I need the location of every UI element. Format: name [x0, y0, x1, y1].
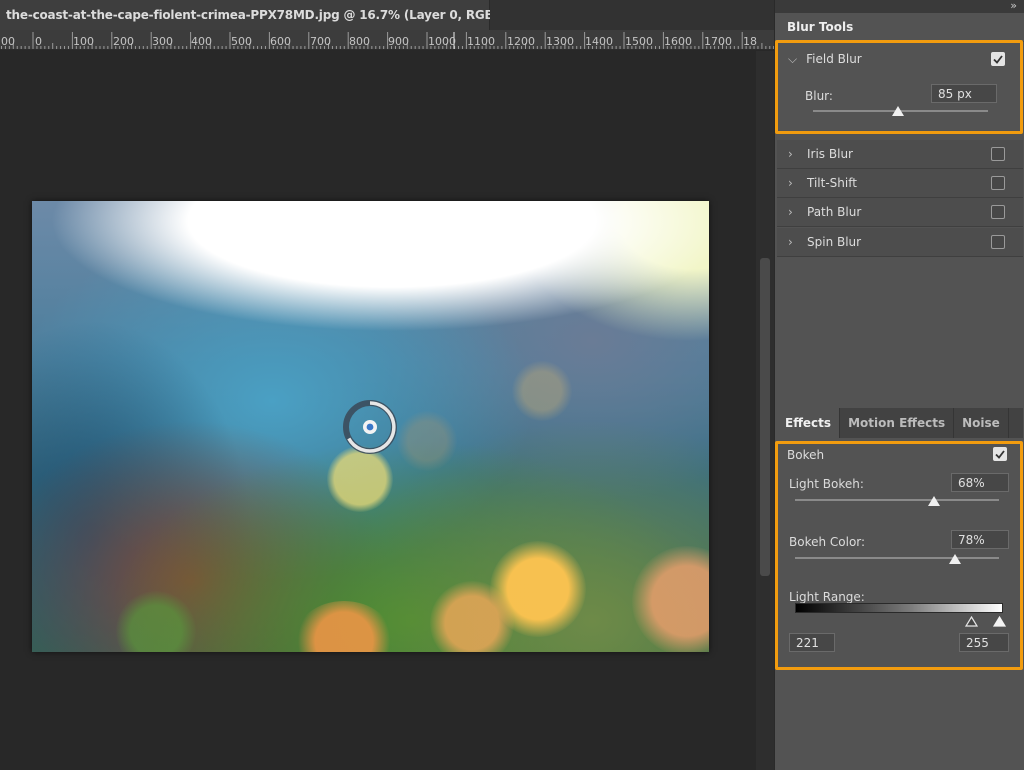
light-range-label: Light Range:: [789, 590, 865, 604]
chevron-right-icon[interactable]: ›: [788, 176, 800, 190]
ruler-label: 00: [1, 35, 15, 48]
light-range-low-handle[interactable]: [965, 616, 978, 627]
bokeh-checkbox[interactable]: [993, 447, 1007, 461]
chevron-right-icon[interactable]: ›: [788, 205, 800, 219]
ruler-label: 100: [73, 35, 94, 48]
ruler-label: 1600: [664, 35, 692, 48]
path-blur-checkbox[interactable]: [991, 205, 1005, 219]
light-range-high-handle[interactable]: [993, 616, 1006, 627]
field-blur-header[interactable]: ⌵ Field Blur: [777, 44, 1023, 74]
iris-blur-row[interactable]: › Iris Blur: [777, 140, 1023, 169]
ruler-label: 1300: [546, 35, 574, 48]
ruler-label: 500: [231, 35, 252, 48]
iris-blur-checkbox[interactable]: [991, 147, 1005, 161]
ruler-label: 18: [743, 35, 757, 48]
path-blur-label: Path Blur: [807, 205, 862, 219]
effects-tab-bar: Effects Motion Effects Noise: [777, 408, 1023, 438]
vertical-scrollbar[interactable]: [756, 51, 774, 770]
ruler-label: 300: [152, 35, 173, 48]
blur-tools-panel: » Blur Tools ⌵ Field Blur Blur: 85 px › …: [774, 0, 1024, 770]
field-blur-checkbox[interactable]: [991, 52, 1005, 66]
ruler-label: 800: [349, 35, 370, 48]
ruler-label: 700: [310, 35, 331, 48]
tab-blur-tools[interactable]: Blur Tools: [777, 13, 864, 41]
effects-section: Bokeh Light Bokeh: 68% Bokeh Color: 78% …: [777, 438, 1023, 770]
tilt-shift-row[interactable]: › Tilt-Shift: [777, 169, 1023, 198]
check-icon: [993, 54, 1003, 64]
bokeh-color-input[interactable]: 78%: [951, 530, 1009, 549]
spin-blur-checkbox[interactable]: [991, 235, 1005, 249]
spin-blur-label: Spin Blur: [807, 235, 862, 249]
ruler-label: 1000: [428, 35, 456, 48]
light-bokeh-input[interactable]: 68%: [951, 473, 1009, 492]
bokeh-color-slider-track[interactable]: [795, 557, 999, 559]
blur-pin-icon[interactable]: [342, 399, 398, 455]
tilt-shift-label: Tilt-Shift: [807, 176, 857, 190]
blur-label: Blur:: [805, 89, 833, 103]
bokeh-label: Bokeh: [787, 448, 825, 462]
divider: [775, 41, 1024, 42]
field-blur-section: ⌵ Field Blur Blur: 85 px: [777, 44, 1023, 130]
horizontal-ruler: 00 0 100 200 300 400 500 600 700 800 900…: [0, 30, 774, 50]
light-bokeh-slider-thumb[interactable]: [928, 496, 940, 506]
bokeh-highlight: [397, 411, 457, 471]
tab-bar-empty: [490, 0, 774, 30]
tab-effects[interactable]: Effects: [777, 408, 841, 438]
ruler-label: 200: [113, 35, 134, 48]
ruler-label: 400: [191, 35, 212, 48]
chevron-right-icon[interactable]: ›: [788, 235, 800, 249]
tilt-shift-checkbox[interactable]: [991, 176, 1005, 190]
chevron-down-icon[interactable]: ⌵: [788, 52, 797, 67]
light-range-high-input[interactable]: 255: [959, 633, 1009, 652]
ruler-label: 1500: [625, 35, 653, 48]
bokeh-highlight: [116, 591, 196, 652]
chevron-right-icon[interactable]: ›: [788, 147, 800, 161]
ruler-label: 1200: [507, 35, 535, 48]
light-bokeh-slider-track[interactable]: [795, 499, 999, 501]
scrollbar-thumb[interactable]: [760, 258, 770, 576]
tab-motion-effects[interactable]: Motion Effects: [840, 408, 955, 438]
bokeh-highlight: [294, 601, 394, 652]
blur-amount-input[interactable]: 85 px: [931, 84, 997, 103]
ruler-label: 0: [35, 35, 42, 48]
path-blur-row[interactable]: › Path Blur: [777, 198, 1023, 227]
bokeh-color-slider-thumb[interactable]: [949, 554, 961, 564]
tab-noise[interactable]: Noise: [954, 408, 1009, 438]
light-bokeh-label: Light Bokeh:: [789, 477, 864, 491]
bokeh-highlight: [632, 546, 709, 652]
ruler-label: 1700: [704, 35, 732, 48]
ruler-label: 600: [270, 35, 291, 48]
check-icon: [995, 449, 1005, 459]
document-tab[interactable]: the-coast-at-the-cape-fiolent-crimea-PPX…: [0, 0, 542, 30]
light-range-low-input[interactable]: 221: [789, 633, 835, 652]
light-range-gradient: [795, 603, 1003, 613]
document-title: the-coast-at-the-cape-fiolent-crimea-PPX…: [6, 8, 522, 22]
spin-blur-row[interactable]: › Spin Blur: [777, 228, 1023, 257]
bokeh-highlight: [512, 361, 572, 421]
iris-blur-label: Iris Blur: [807, 147, 853, 161]
collapse-panel-icon[interactable]: »: [1010, 0, 1017, 12]
bokeh-highlight: [327, 446, 393, 512]
panel-header-strip: »: [775, 0, 1024, 13]
ruler-label: 900: [388, 35, 409, 48]
field-blur-label: Field Blur: [806, 52, 862, 66]
ruler-label: 1100: [467, 35, 495, 48]
bokeh-color-label: Bokeh Color:: [789, 535, 866, 549]
blur-slider-thumb[interactable]: [892, 106, 904, 116]
ruler-label: 1400: [585, 35, 613, 48]
